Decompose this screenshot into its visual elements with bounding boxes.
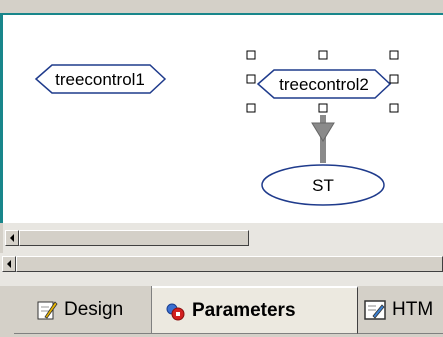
node-treecontrol1[interactable]: treecontrol1 bbox=[34, 64, 167, 94]
node-st[interactable]: ST bbox=[261, 164, 385, 206]
edge-treecontrol2-to-st bbox=[311, 115, 335, 163]
tab-parameters[interactable]: Parameters bbox=[152, 286, 358, 334]
scroll-left-arrow-icon[interactable] bbox=[5, 230, 19, 246]
diagram-canvas[interactable]: treecontrol1 treecontrol2 ST bbox=[3, 15, 443, 223]
node-st-label: ST bbox=[312, 176, 334, 195]
selection-handle[interactable] bbox=[318, 50, 328, 60]
node-treecontrol2[interactable]: treecontrol2 bbox=[256, 69, 392, 99]
selection-handle[interactable] bbox=[389, 103, 399, 113]
tab-design-label: Design bbox=[64, 298, 124, 320]
selection-handle[interactable] bbox=[389, 50, 399, 60]
parameters-icon bbox=[166, 303, 185, 320]
inner-horizontal-scrollbar[interactable] bbox=[3, 223, 443, 253]
selection-handle[interactable] bbox=[389, 74, 399, 84]
scrollbar-thumb[interactable] bbox=[19, 230, 249, 246]
scrollbar-thumb[interactable] bbox=[16, 256, 443, 272]
selection-handle[interactable] bbox=[246, 103, 256, 113]
view-tab-bar: Design Parameters HTM bbox=[0, 286, 443, 337]
diagram-svg[interactable]: treecontrol1 treecontrol2 ST bbox=[3, 15, 443, 223]
tab-html-label: HTM bbox=[392, 298, 434, 320]
selection-handle[interactable] bbox=[318, 103, 328, 113]
tab-html[interactable]: HTM bbox=[358, 286, 443, 334]
tab-parameters-label: Parameters bbox=[192, 299, 296, 321]
scroll-left-arrow-icon[interactable] bbox=[2, 256, 16, 272]
tab-design[interactable]: Design bbox=[14, 286, 152, 334]
node-treecontrol2-label: treecontrol2 bbox=[279, 75, 369, 94]
node-treecontrol1-label: treecontrol1 bbox=[55, 70, 145, 89]
design-pencil-icon bbox=[37, 300, 58, 319]
selection-handle[interactable] bbox=[246, 74, 256, 84]
outer-horizontal-scrollbar[interactable] bbox=[0, 253, 443, 286]
window-top-band bbox=[0, 0, 443, 14]
html-edit-icon bbox=[364, 299, 386, 320]
selection-handle[interactable] bbox=[246, 50, 256, 60]
